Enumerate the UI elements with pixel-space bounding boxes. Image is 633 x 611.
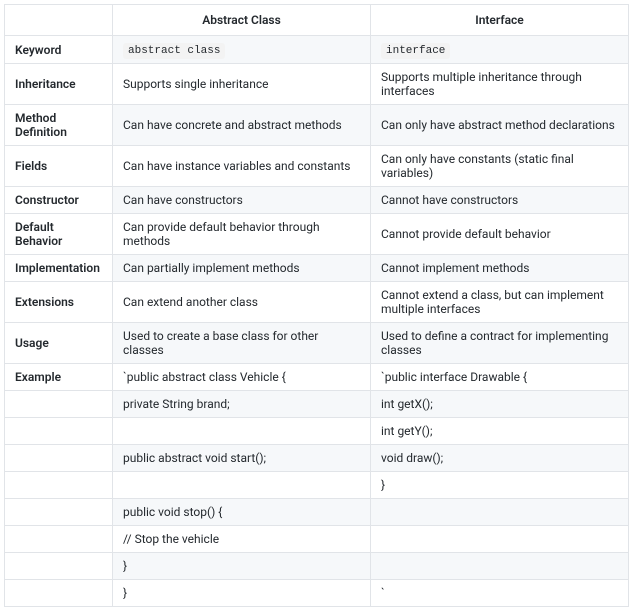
cell-abstract-class: private String brand; <box>113 391 371 418</box>
cell-abstract-class: // Stop the vehicle <box>113 526 371 553</box>
table-row: Default BehaviorCan provide default beha… <box>5 214 629 255</box>
table-header-row: Abstract Class Interface <box>5 5 629 36</box>
row-label: Constructor <box>5 187 113 214</box>
cell-abstract-class: Supports single inheritance <box>113 64 371 105</box>
code-snippet: interface <box>381 43 450 59</box>
cell-interface: `public interface Drawable { <box>371 364 629 391</box>
cell-interface: Cannot implement methods <box>371 255 629 282</box>
cell-abstract-class <box>113 472 371 499</box>
table-row: Keyword abstract class interface <box>5 36 629 64</box>
table-row: private String brand;int getX(); <box>5 391 629 418</box>
table-row: ConstructorCan have constructorsCannot h… <box>5 187 629 214</box>
table-row: }` <box>5 580 629 607</box>
table-row: public void stop() { <box>5 499 629 526</box>
cell-abstract-class <box>113 418 371 445</box>
cell-abstract-class: Can have concrete and abstract methods <box>113 105 371 146</box>
cell-interface <box>371 526 629 553</box>
table-row: } <box>5 553 629 580</box>
row-label: Default Behavior <box>5 214 113 255</box>
row-label <box>5 445 113 472</box>
table-row: } <box>5 472 629 499</box>
row-label: Method Definition <box>5 105 113 146</box>
table-row: int getY(); <box>5 418 629 445</box>
cell-abstract-class: } <box>113 580 371 607</box>
cell-interface: void draw(); <box>371 445 629 472</box>
table-row: UsageUsed to create a base class for oth… <box>5 323 629 364</box>
cell-abstract-class: Used to create a base class for other cl… <box>113 323 371 364</box>
cell-abstract-class: public abstract void start(); <box>113 445 371 472</box>
row-label: Fields <box>5 146 113 187</box>
row-label <box>5 391 113 418</box>
row-label: Extensions <box>5 282 113 323</box>
cell-interface: ` <box>371 580 629 607</box>
row-label: Keyword <box>5 36 113 64</box>
row-label <box>5 580 113 607</box>
cell-abstract-class: Can partially implement methods <box>113 255 371 282</box>
cell-interface: Can only have abstract method declaratio… <box>371 105 629 146</box>
cell-interface: Cannot extend a class, but can implement… <box>371 282 629 323</box>
cell-interface: int getX(); <box>371 391 629 418</box>
cell-interface: int getY(); <box>371 418 629 445</box>
table-row: ExtensionsCan extend another classCannot… <box>5 282 629 323</box>
row-label <box>5 499 113 526</box>
cell-interface <box>371 499 629 526</box>
cell-abstract-class: Can extend another class <box>113 282 371 323</box>
code-snippet: abstract class <box>123 43 225 59</box>
cell-abstract-class: `public abstract class Vehicle { <box>113 364 371 391</box>
cell-interface: Used to define a contract for implementi… <box>371 323 629 364</box>
row-label <box>5 472 113 499</box>
header-interface: Interface <box>371 5 629 36</box>
table-row: Example`public abstract class Vehicle {`… <box>5 364 629 391</box>
cell-abstract-class: Can have constructors <box>113 187 371 214</box>
header-blank <box>5 5 113 36</box>
row-label: Implementation <box>5 255 113 282</box>
cell-abstract-class: abstract class <box>113 36 371 64</box>
comparison-table: Abstract Class Interface Keyword abstract… <box>4 4 629 607</box>
cell-interface <box>371 553 629 580</box>
row-label: Usage <box>5 323 113 364</box>
row-label <box>5 553 113 580</box>
row-label: Example <box>5 364 113 391</box>
cell-interface: Cannot have constructors <box>371 187 629 214</box>
table-row: FieldsCan have instance variables and co… <box>5 146 629 187</box>
cell-interface: Can only have constants (static final va… <box>371 146 629 187</box>
cell-abstract-class: Can provide default behavior through met… <box>113 214 371 255</box>
cell-abstract-class: } <box>113 553 371 580</box>
row-label <box>5 526 113 553</box>
row-label: Inheritance <box>5 64 113 105</box>
cell-interface: Supports multiple inheritance through in… <box>371 64 629 105</box>
header-abstract-class: Abstract Class <box>113 5 371 36</box>
cell-abstract-class: Can have instance variables and constant… <box>113 146 371 187</box>
cell-interface: interface <box>371 36 629 64</box>
table-row: Method DefinitionCan have concrete and a… <box>5 105 629 146</box>
table-row: public abstract void start();void draw()… <box>5 445 629 472</box>
cell-interface: } <box>371 472 629 499</box>
table-row: ImplementationCan partially implement me… <box>5 255 629 282</box>
cell-interface: Cannot provide default behavior <box>371 214 629 255</box>
cell-abstract-class: public void stop() { <box>113 499 371 526</box>
table-row: // Stop the vehicle <box>5 526 629 553</box>
row-label <box>5 418 113 445</box>
table-row: InheritanceSupports single inheritanceSu… <box>5 64 629 105</box>
